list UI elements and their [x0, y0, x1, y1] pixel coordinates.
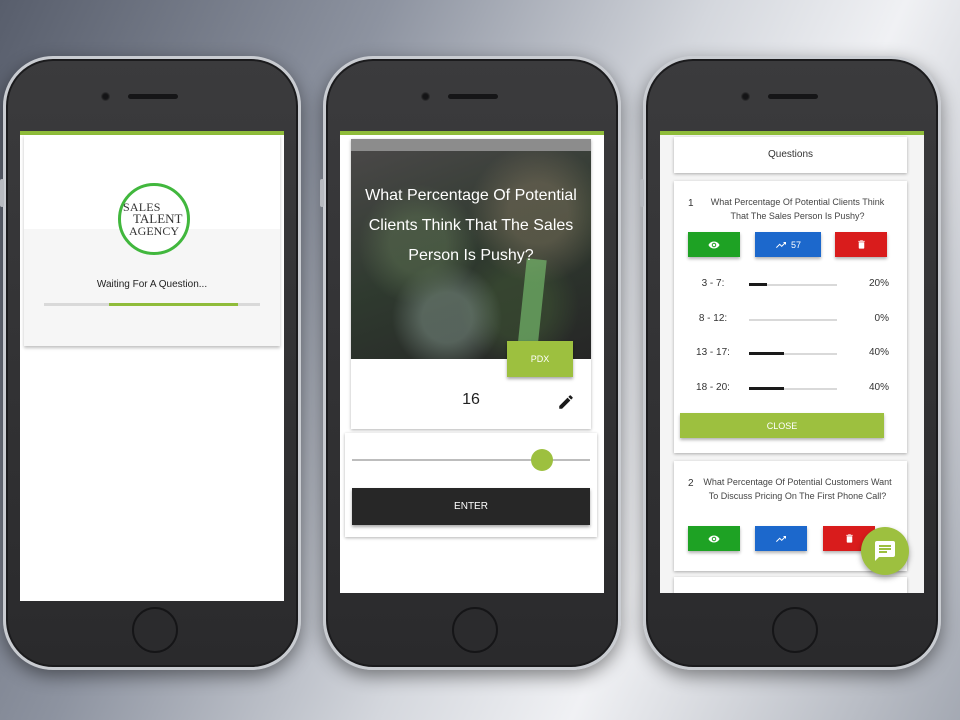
answer-slider-thumb[interactable] [531, 449, 554, 471]
front-camera [421, 92, 430, 101]
stat-bar-fill [749, 283, 767, 286]
questions-header: Questions [674, 137, 907, 173]
stat-range: 18 - 20: [696, 382, 730, 393]
trash-icon [845, 534, 853, 543]
view-button[interactable] [688, 526, 740, 551]
eye-icon [708, 241, 720, 248]
side-button [0, 179, 4, 207]
stat-row: 13 - 17: 40% [674, 347, 907, 363]
phone-frame-3: Questions 1 What Percentage Of Potential… [640, 56, 941, 670]
stats-button[interactable]: 57 [755, 232, 821, 257]
trending-up-icon [775, 241, 786, 248]
stat-range: 8 - 12: [698, 313, 728, 324]
location-button[interactable]: PDX [507, 341, 573, 377]
stat-row: 18 - 20: 40% [674, 382, 907, 398]
logo-text-agency: AGENCY [129, 224, 179, 238]
home-button[interactable] [772, 607, 818, 653]
side-button [640, 179, 644, 207]
stat-percent: 20% [868, 278, 889, 289]
question-number: 1 [688, 198, 694, 209]
stat-range: 13 - 17: [696, 347, 730, 358]
delete-button[interactable] [835, 232, 887, 257]
stat-range: 3 - 7: [701, 278, 725, 289]
question-text: What Percentage Of Potential Customers W… [703, 477, 892, 501]
screen-answer: What Percentage Of Potential Clients Thi… [340, 131, 604, 593]
view-button[interactable] [688, 232, 740, 257]
earpiece-speaker [768, 94, 818, 99]
trash-icon [857, 240, 865, 249]
question-card-3 [674, 577, 907, 593]
stat-bar-fill [749, 387, 785, 390]
stat-bar [749, 283, 837, 286]
pencil-icon[interactable] [557, 393, 575, 411]
waiting-card: SALES TALENT AGENCY Waiting For A Questi… [24, 135, 280, 346]
phone-frame-2: What Percentage Of Potential Clients Thi… [320, 56, 621, 670]
response-count: 57 [790, 239, 801, 250]
top-accent-bar [660, 131, 924, 135]
answer-value: 16 [462, 391, 480, 408]
earpiece-speaker [128, 94, 178, 99]
waiting-message: Waiting For A Question... [96, 279, 208, 290]
photo-top-strip [351, 139, 591, 151]
home-button[interactable] [132, 607, 178, 653]
chat-icon [875, 541, 895, 561]
waiting-progress-bar [44, 303, 260, 306]
phone-frame-1: SALES TALENT AGENCY Waiting For A Questi… [0, 56, 301, 670]
answer-slider-track[interactable] [352, 459, 590, 461]
top-accent-bar [340, 131, 604, 135]
front-camera [741, 92, 750, 101]
chat-fab[interactable] [861, 527, 909, 575]
stat-row: 3 - 7: 20% [674, 278, 907, 294]
stats-button[interactable] [755, 526, 807, 551]
screen-waiting: SALES TALENT AGENCY Waiting For A Questi… [20, 131, 284, 601]
stat-bar [749, 319, 837, 321]
earpiece-speaker [448, 94, 498, 99]
question-number: 2 [688, 478, 694, 489]
question-card: What Percentage Of Potential Clients Thi… [351, 139, 591, 429]
stat-bar [749, 387, 837, 390]
front-camera [101, 92, 110, 101]
answer-input-card: ENTER [345, 433, 597, 537]
close-button[interactable]: CLOSE [680, 413, 884, 438]
question-card-1: 1 What Percentage Of Potential Clients T… [674, 181, 907, 453]
stat-percent: 0% [874, 313, 889, 324]
trending-up-icon [776, 535, 786, 542]
screen-questions-admin: Questions 1 What Percentage Of Potential… [660, 131, 924, 593]
question-photo: What Percentage Of Potential Clients Thi… [351, 139, 591, 359]
stat-bar-fill [749, 352, 785, 355]
stat-percent: 40% [868, 382, 889, 393]
progress-fill [108, 303, 239, 306]
stat-percent: 40% [868, 347, 889, 358]
home-button[interactable] [452, 607, 498, 653]
question-text: What Percentage Of Potential Clients Thi… [710, 197, 885, 221]
stat-bar [749, 352, 837, 355]
enter-button[interactable]: ENTER [352, 488, 590, 525]
question-text: What Percentage Of Potential Clients Thi… [365, 187, 577, 264]
stat-row: 8 - 12: 0% [674, 313, 907, 329]
side-button [320, 179, 324, 207]
sales-talent-agency-logo: SALES TALENT AGENCY [118, 183, 190, 255]
eye-icon [708, 535, 720, 542]
